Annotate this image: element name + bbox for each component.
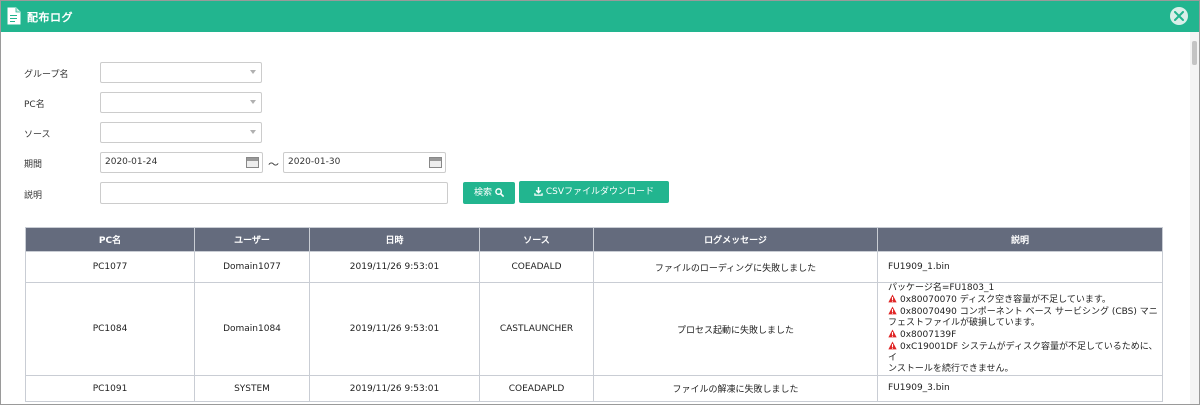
table-row[interactable]: PC1084 Domain1084 2019/11/26 9:53:01 CAS… <box>25 282 1163 376</box>
pc-cell: PC1091 <box>25 375 195 402</box>
search-icon <box>495 188 504 197</box>
download-icon <box>534 187 543 196</box>
warning-icon <box>888 306 897 315</box>
datetime-cell: 2019/11/26 9:53:01 <box>309 282 480 376</box>
warning-icon <box>888 341 897 350</box>
description-line: ンストールを続行できません。 <box>888 364 1014 374</box>
dialog-window: 配布ログ グループ名 PC名 ソース 期間 2020-01-24 ～ 2020-… <box>0 0 1200 405</box>
pc-name-label: PC名 <box>24 100 45 110</box>
search-button-label: 検索 <box>474 188 493 198</box>
description-text: 0x80070490 コンポーネント ベース サービシング (CBS) マニ <box>900 307 1158 317</box>
column-header[interactable]: PC名 <box>25 227 195 252</box>
date-from-input[interactable]: 2020-01-24 <box>100 152 263 173</box>
group-name-label: グループ名 <box>24 70 69 80</box>
description-line: フェストファイルが破損しています。 <box>888 318 1040 328</box>
description-text: 0xC19001DF システムがディスク容量が不足しているために、イ <box>888 342 1158 363</box>
description-cell: FU1909_1.bin <box>877 251 1163 283</box>
warning-icon <box>888 294 897 303</box>
warning-icon <box>888 329 897 338</box>
description-label: 説明 <box>24 191 43 201</box>
column-header[interactable]: 日時 <box>309 227 480 252</box>
chevron-down-icon <box>250 70 256 74</box>
date-from-value: 2020-01-24 <box>105 157 158 167</box>
source-select[interactable] <box>100 122 262 143</box>
column-header[interactable]: ユーザー <box>194 227 310 252</box>
pc-cell: PC1084 <box>25 282 195 376</box>
csv-download-label: CSVファイルダウンロード <box>545 187 655 197</box>
description-line: 0xC19001DF システムがディスク容量が不足しているために、イ <box>888 341 1162 364</box>
description-cell: FU1909_3.bin <box>877 375 1163 402</box>
source-label: ソース <box>24 130 51 140</box>
message-cell: ファイルのローディングに失敗しました <box>593 251 878 283</box>
message-cell: プロセス起動に失敗しました <box>593 282 878 376</box>
group-name-select[interactable] <box>100 62 262 83</box>
date-separator: ～ <box>268 158 279 171</box>
source-cell: COEADAPLD <box>479 375 594 402</box>
description-text: 0x80070070 ディスク空き容量が不足しています。 <box>900 295 1111 305</box>
column-header[interactable]: 説明 <box>877 227 1163 252</box>
user-cell: SYSTEM <box>194 375 310 402</box>
date-to-value: 2020-01-30 <box>288 157 341 167</box>
table-row[interactable]: PC1077 Domain1077 2019/11/26 9:53:01 COE… <box>25 251 1163 283</box>
chevron-down-icon <box>250 100 256 104</box>
chevron-down-icon <box>250 130 256 134</box>
description-line: パッケージ名=FU1803_1 <box>888 283 995 293</box>
window-title: 配布ログ <box>27 11 73 24</box>
csv-download-button[interactable]: CSVファイルダウンロード <box>519 181 669 203</box>
date-to-input[interactable]: 2020-01-30 <box>283 152 446 173</box>
datetime-cell: 2019/11/26 9:53:01 <box>309 251 480 283</box>
description-text: 0x8007139F <box>900 330 957 340</box>
column-header[interactable]: ソース <box>479 227 594 252</box>
source-cell: CASTLAUNCHER <box>479 282 594 376</box>
description-cell: パッケージ名=FU1803_1 0x80070070 ディスク空き容量が不足して… <box>877 282 1163 376</box>
description-line: 0x80070070 ディスク空き容量が不足しています。 <box>888 294 1162 306</box>
message-cell: ファイルの解凍に失敗しました <box>593 375 878 402</box>
table-header-row: PC名 ユーザー 日時 ソース ログメッセージ 説明 <box>25 227 1163 252</box>
document-icon <box>7 7 21 25</box>
scrollbar-track[interactable] <box>1190 32 1199 404</box>
pc-name-select[interactable] <box>100 92 262 113</box>
close-icon <box>1174 11 1184 21</box>
close-button[interactable] <box>1170 7 1188 25</box>
pc-cell: PC1077 <box>25 251 195 283</box>
calendar-icon[interactable] <box>246 157 259 168</box>
description-line: 0x8007139F <box>888 329 1162 341</box>
description-line: 0x80070490 コンポーネント ベース サービシング (CBS) マニ <box>888 306 1162 318</box>
column-header[interactable]: ログメッセージ <box>593 227 878 252</box>
calendar-icon[interactable] <box>429 157 442 168</box>
user-cell: Domain1077 <box>194 251 310 283</box>
table-row[interactable]: PC1091 SYSTEM 2019/11/26 9:53:01 COEADAP… <box>25 375 1163 402</box>
search-button[interactable]: 検索 <box>463 182 515 204</box>
user-cell: Domain1084 <box>194 282 310 376</box>
description-input[interactable] <box>100 182 448 204</box>
scrollbar-thumb[interactable] <box>1192 41 1197 65</box>
log-table: PC名 ユーザー 日時 ソース ログメッセージ 説明 PC1077 Domain… <box>25 227 1163 402</box>
period-label: 期間 <box>24 160 43 170</box>
title-bar: 配布ログ <box>1 1 1199 32</box>
datetime-cell: 2019/11/26 9:53:01 <box>309 375 480 402</box>
source-cell: COEADALD <box>479 251 594 283</box>
